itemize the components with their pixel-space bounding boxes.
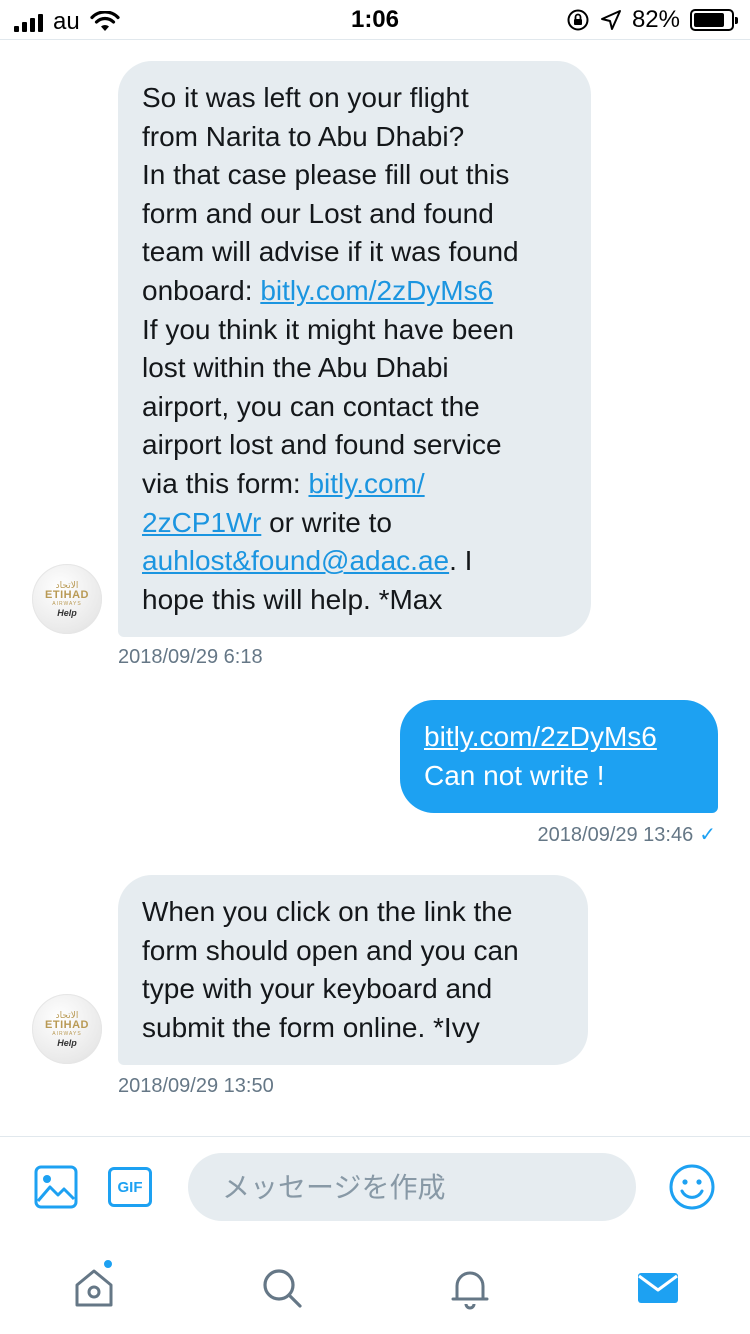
avatar-help-text: Help	[57, 1037, 77, 1048]
form-link-2[interactable]: bitly.com/	[308, 468, 424, 499]
status-bar: au 1:06 82%	[0, 0, 750, 40]
message-text: form and our Lost and found	[142, 197, 494, 229]
message-text: submit the form online. *Ivy	[142, 1011, 480, 1043]
avatar-help-text: Help	[57, 607, 77, 618]
message-text: If you think it might have been	[142, 313, 514, 345]
status-right: 82%	[566, 6, 738, 34]
battery-percentage: 82%	[631, 6, 680, 33]
message-timestamp: 2018/09/29 6:18	[118, 646, 263, 668]
battery-icon	[690, 9, 738, 31]
tab-home[interactable]	[64, 1258, 124, 1318]
home-icon	[75, 1269, 113, 1307]
avatar-sub-text: AIRWAYS	[52, 600, 82, 607]
add-photo-button[interactable]	[34, 1165, 78, 1209]
avatar-arabic-text: الاتحاد	[55, 1009, 79, 1020]
notification-dot	[102, 1258, 114, 1270]
etihad-help-avatar[interactable]: الاتحاد ETIHAD AIRWAYS Help	[32, 564, 102, 634]
message-text: via this form:	[142, 467, 309, 499]
message-text: In that case please fill out this	[142, 159, 510, 191]
avatar-brand-text: ETIHAD	[45, 1018, 89, 1031]
message-bubble-incoming: So it was left on your flight from Narit…	[118, 61, 591, 638]
message-text: hope this will help. *Max	[142, 583, 443, 615]
email-link[interactable]: auhlost&found@adac.ae	[142, 545, 449, 576]
message-text: When you click on the link the	[142, 896, 513, 927]
message-text: airport, you can contact the	[142, 390, 480, 422]
message-input[interactable]	[188, 1153, 636, 1221]
bottom-tab-bar	[0, 1236, 750, 1334]
add-gif-button[interactable]: GIF	[108, 1167, 152, 1207]
message-text: . I	[449, 545, 473, 577]
tab-search[interactable]	[252, 1258, 312, 1318]
message-text: team will advise if it was found	[142, 236, 519, 268]
message-bubble-outgoing: bitly.com/2zDyMs6 Can not write !	[400, 700, 718, 814]
form-link-1[interactable]: bitly.com/2zDyMs6	[424, 718, 694, 757]
image-icon	[34, 1165, 78, 1209]
form-link-2[interactable]: 2zCP1Wr	[142, 507, 261, 538]
message-text: from Narita to Abu Dhabi?	[142, 120, 465, 152]
message-text: form should open and you can	[142, 934, 519, 966]
etihad-help-avatar[interactable]: الاتحاد ETIHAD AIRWAYS Help	[32, 994, 102, 1064]
form-link-1[interactable]: bitly.com/2zDyMs6	[260, 275, 493, 306]
message-text: type with your keyboard and	[142, 973, 493, 1005]
message-text: Can not write !	[424, 759, 605, 791]
mail-icon	[638, 1273, 678, 1303]
read-check-icon: ✓	[699, 824, 716, 846]
gif-icon: GIF	[108, 1167, 152, 1207]
message-text: onboard:	[142, 274, 261, 306]
avatar-arabic-text: الاتحاد	[55, 579, 79, 590]
message-text: or write to	[261, 506, 392, 538]
emoji-button[interactable]	[668, 1163, 716, 1211]
message-text: So it was left on your flight	[142, 82, 469, 113]
smiley-icon	[669, 1164, 715, 1210]
avatar-brand-text: ETIHAD	[45, 588, 89, 601]
message-timestamp-row: 2018/09/29 13:46 ✓	[538, 822, 716, 847]
orientation-lock-icon	[567, 9, 589, 31]
tab-notifications[interactable]	[440, 1258, 500, 1318]
bell-icon	[451, 1271, 489, 1310]
tab-messages[interactable]	[628, 1258, 688, 1318]
message-bubble-incoming: When you click on the link the form shou…	[118, 875, 588, 1066]
message-text: lost within the Abu Dhabi	[142, 352, 449, 384]
message-composer: GIF	[0, 1136, 750, 1236]
message-text: airport lost and found service	[142, 429, 502, 461]
message-timestamp: 2018/09/29 13:46	[537, 824, 694, 846]
location-arrow-icon	[600, 10, 621, 30]
message-timestamp: 2018/09/29 13:50	[118, 1075, 274, 1097]
search-icon	[263, 1269, 302, 1308]
avatar-sub-text: AIRWAYS	[52, 1030, 82, 1037]
